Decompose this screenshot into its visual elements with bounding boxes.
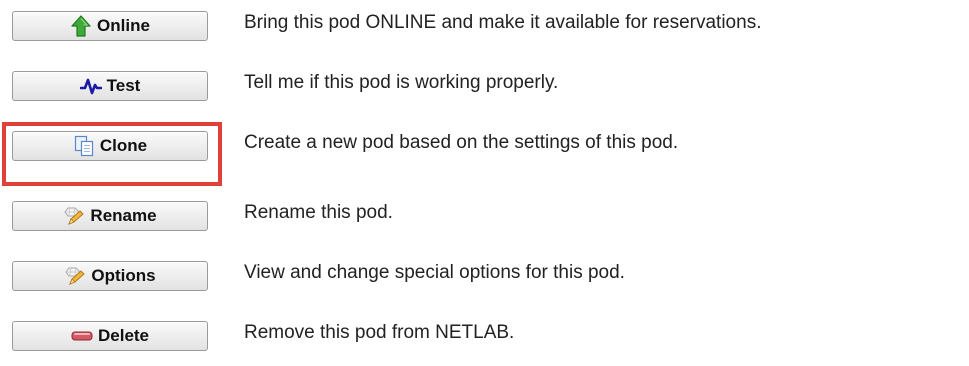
online-button[interactable]: Online [12, 11, 208, 41]
delete-description: Remove this pod from NETLAB. [244, 322, 515, 343]
action-row-options: Options View and change special options … [0, 258, 969, 298]
delete-icon [71, 325, 93, 347]
test-button[interactable]: Test [12, 71, 208, 101]
action-row-rename: Rename Rename this pod. [0, 198, 969, 238]
rename-description: Rename this pod. [244, 202, 393, 223]
up-arrow-icon [70, 15, 92, 37]
options-button[interactable]: Options [12, 261, 208, 291]
test-button-label: Test [106, 76, 141, 95]
pulse-icon [79, 75, 102, 97]
action-row-test: Test Tell me if this pod is working prop… [0, 68, 969, 108]
test-description: Tell me if this pod is working properly. [244, 72, 559, 93]
rename-button-label: Rename [90, 206, 157, 225]
action-row-online: Online Bring this pod ONLINE and make it… [0, 8, 969, 48]
online-button-label: Online [97, 16, 150, 35]
options-description: View and change special options for this… [244, 262, 625, 283]
edit-icon [63, 205, 85, 227]
options-icon [64, 265, 86, 287]
online-description: Bring this pod ONLINE and make it availa… [244, 12, 762, 33]
clone-description: Create a new pod based on the settings o… [244, 132, 679, 153]
clone-highlight-box [2, 122, 222, 186]
action-row-delete: Delete Remove this pod from NETLAB. [0, 318, 969, 358]
options-button-label: Options [91, 266, 156, 285]
delete-button[interactable]: Delete [12, 321, 208, 351]
delete-button-label: Delete [97, 326, 150, 345]
rename-button[interactable]: Rename [12, 201, 208, 231]
